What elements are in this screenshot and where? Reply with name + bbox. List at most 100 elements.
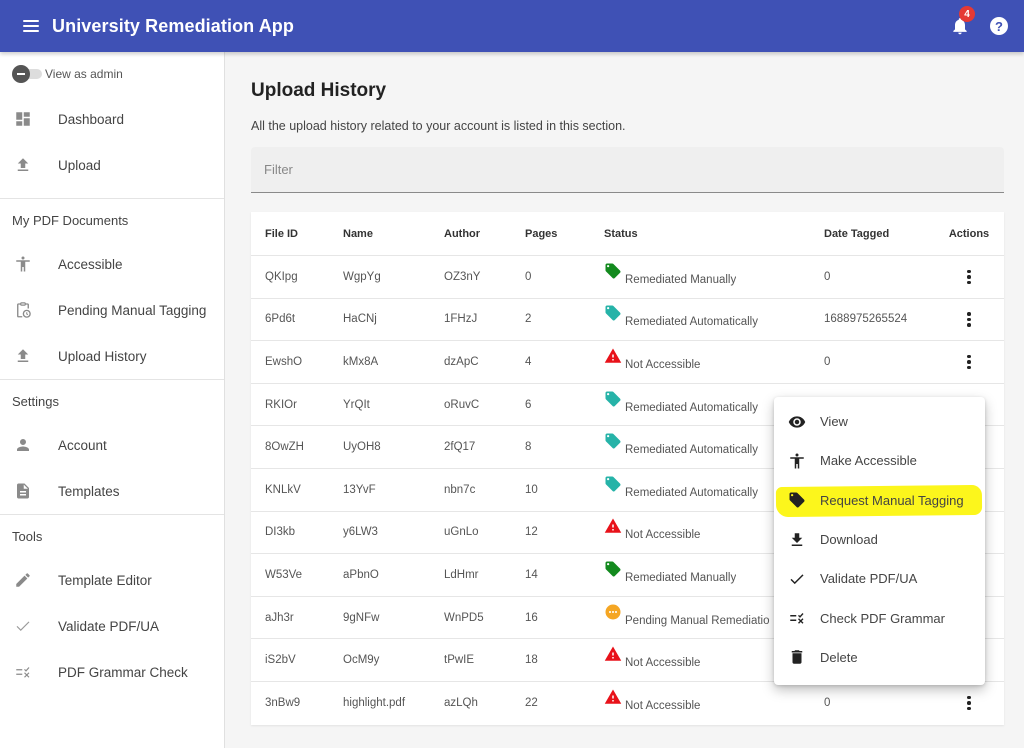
row-actions-menu: View Make Accessible Request Manual Tagg… (774, 397, 985, 685)
cell-status: Remediated Automatically (604, 305, 824, 328)
status-text: Remediated Manually (625, 571, 737, 584)
sidebar-item-pdf-grammar-check[interactable]: PDF Grammar Check (0, 649, 224, 695)
filter-field[interactable] (251, 147, 1004, 193)
menu-item-delete[interactable]: Delete (774, 638, 985, 677)
status-text: Remediated Automatically (625, 444, 758, 457)
sidebar-item-label: Account (58, 437, 107, 453)
grammar-check-icon (788, 609, 806, 627)
sidebar-item-validate-pdf-ua[interactable]: Validate PDF/UA (0, 603, 224, 649)
status-text: Not Accessible (625, 358, 701, 371)
status-text: Remediated Automatically (625, 486, 758, 499)
toggle-switch[interactable] (12, 65, 42, 83)
sidebar-item-pending-manual-tagging[interactable]: Pending Manual Tagging (0, 287, 224, 333)
cell-pages: 0 (525, 270, 532, 283)
eye-icon (788, 413, 806, 431)
cell-author: nbn7c (444, 483, 476, 496)
cell-name: aPbnO (343, 568, 379, 581)
cell-name: highlight.pdf (343, 697, 406, 710)
status-text: Remediated Automatically (625, 401, 758, 414)
cell-name: kMx8A (343, 355, 379, 368)
column-header-status[interactable]: Status (604, 228, 824, 240)
sidebar-item-label: Pending Manual Tagging (58, 302, 207, 318)
sidebar-item-label: Accessible (58, 256, 123, 272)
menu-item-view[interactable]: View (774, 402, 985, 441)
table-row: QKIpg WgpYg OZ3nY 0 Remediated Manually … (251, 256, 1004, 299)
menu-item-download[interactable]: Download (774, 520, 985, 559)
table-row: 6Pd6t HaCNj 1FHzJ 2 Remediated Automatic… (251, 299, 1004, 342)
tag-icon (604, 432, 622, 450)
sidebar-item-accessible[interactable]: Accessible (0, 241, 224, 287)
tag-icon (604, 390, 622, 408)
cell-actions (934, 309, 1004, 329)
menu-item-label: Download (820, 532, 878, 548)
sidebar-item-upload-history[interactable]: Upload History (0, 333, 224, 379)
cell-file-id: 6Pd6t (265, 313, 296, 326)
status-text: Not Accessible (625, 700, 701, 713)
more-actions-icon[interactable] (959, 693, 979, 713)
sidebar-item-label: PDF Grammar Check (58, 664, 188, 680)
accessibility-icon (14, 255, 32, 273)
cell-name: YrQIt (343, 398, 370, 411)
help-icon[interactable]: ? (990, 17, 1008, 35)
more-actions-icon[interactable] (959, 267, 979, 287)
cell-actions (934, 352, 1004, 372)
menu-item-request-manual-tagging[interactable]: Request Manual Tagging (774, 481, 985, 520)
hamburger-menu-icon[interactable] (23, 16, 43, 36)
cell-file-id: 8OwZH (265, 441, 304, 454)
cell-name: 9gNFw (343, 611, 380, 624)
page-title: Upload History (251, 80, 387, 101)
menu-item-validate-pdf-ua[interactable]: Validate PDF/UA (774, 559, 985, 598)
column-header-name[interactable]: Name (343, 228, 444, 240)
sidebar-item-upload[interactable]: Upload (0, 142, 224, 188)
sidebar-item-templates[interactable]: Templates (0, 468, 224, 514)
cell-pages: 22 (525, 697, 538, 710)
dashboard-icon (14, 110, 32, 128)
sidebar-item-label: Validate PDF/UA (58, 618, 160, 634)
notifications-button[interactable]: 4 (950, 6, 975, 36)
menu-item-label: View (820, 414, 848, 430)
warning-icon (604, 517, 622, 535)
menu-item-check-pdf-grammar[interactable]: Check PDF Grammar (774, 598, 985, 637)
menu-item-make-accessible[interactable]: Make Accessible (774, 441, 985, 480)
sidebar-item-dashboard[interactable]: Dashboard (0, 96, 224, 142)
sidebar-item-label: Upload (58, 157, 101, 173)
status-text: Not Accessible (625, 657, 701, 670)
cell-name: 13YvF (343, 483, 376, 496)
app-bar: University Remediation App 4 ? (0, 0, 1024, 52)
tag-icon (604, 475, 622, 493)
column-header-date-tagged[interactable]: Date Tagged (824, 228, 934, 240)
check-icon (788, 570, 806, 588)
pencil-icon (14, 571, 32, 589)
menu-item-label: Delete (820, 649, 858, 665)
status-text: Pending Manual Remediation (625, 614, 770, 627)
sidebar-item-template-editor[interactable]: Template Editor (0, 557, 224, 603)
view-as-admin-toggle[interactable]: View as admin (0, 52, 224, 96)
tag-icon (604, 304, 622, 322)
cell-file-id: aJh3r (265, 611, 294, 624)
warning-icon (604, 688, 622, 706)
tag-icon (788, 491, 806, 509)
cell-pages: 2 (525, 313, 532, 326)
more-actions-icon[interactable] (959, 352, 979, 372)
download-icon (788, 531, 806, 549)
menu-item-label: Make Accessible (820, 453, 917, 469)
cell-author: 1FHzJ (444, 313, 478, 326)
cell-author: dzApC (444, 355, 479, 368)
cell-author: tPwIE (444, 654, 475, 667)
cell-file-id: W53Ve (265, 568, 303, 581)
trash-icon (788, 648, 806, 666)
menu-item-label: Validate PDF/UA (820, 571, 918, 587)
more-actions-icon[interactable] (959, 309, 979, 329)
column-header-file-id[interactable]: File ID (251, 228, 343, 240)
column-header-author[interactable]: Author (444, 228, 525, 240)
table-row: 3nBw9 highlight.pdf azLQh 22 Not Accessi… (251, 682, 1004, 725)
menu-item-label: Request Manual Tagging (820, 492, 964, 508)
filter-input[interactable] (264, 162, 1004, 177)
notification-badge: 4 (959, 6, 975, 22)
cell-pages: 16 (525, 611, 538, 624)
column-header-pages[interactable]: Pages (525, 228, 604, 240)
sidebar-item-label: Templates (58, 483, 120, 499)
cell-file-id: EwshO (265, 355, 303, 368)
sidebar: View as admin Dashboard Upload My PDF Do… (0, 52, 225, 748)
sidebar-item-account[interactable]: Account (0, 422, 224, 468)
